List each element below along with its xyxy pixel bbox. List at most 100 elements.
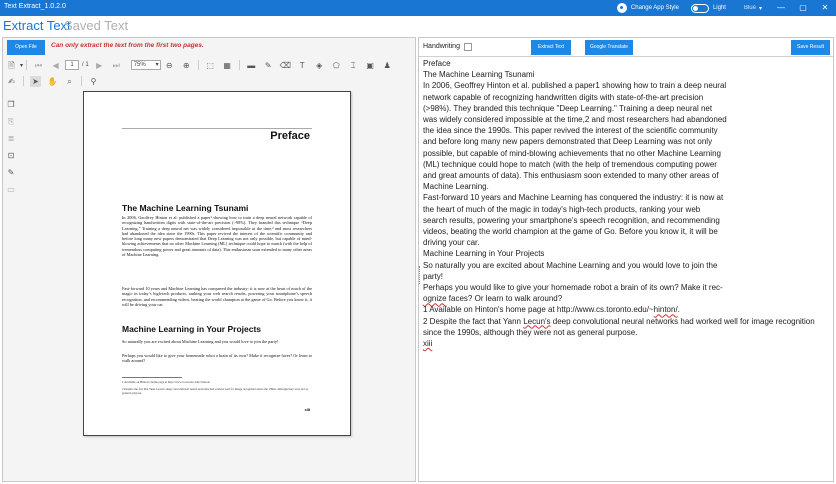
text-markup-icon[interactable]: T bbox=[297, 60, 308, 71]
zoom-out-icon[interactable]: ⊖ bbox=[164, 60, 175, 71]
page-number-input[interactable]: 1 bbox=[65, 60, 80, 70]
pdf-footnote-2: 2 Despite the fact that Yann Lecun’s dee… bbox=[122, 387, 309, 395]
pdf-heading-1: The Machine Learning Tsunami bbox=[122, 203, 249, 213]
title-bar: Text Extract_1.0.2.0 Change App Style Li… bbox=[0, 0, 836, 16]
last-page-icon[interactable]: ⏭ bbox=[111, 60, 122, 71]
layers-icon[interactable]: ≣ bbox=[5, 133, 17, 145]
text-caret bbox=[419, 266, 421, 284]
image-icon[interactable]: ▣ bbox=[365, 60, 376, 71]
text-line: In 2006, Geoffrey Hinton et al. publishe… bbox=[423, 81, 727, 91]
text-line: (ML) technique could hope to match (with… bbox=[423, 159, 717, 169]
text-line: was widely considered impossible at the … bbox=[423, 115, 727, 125]
tab-saved-text[interactable]: Saved Text bbox=[64, 18, 128, 33]
thumbnails-icon[interactable]: ❐ bbox=[5, 99, 17, 111]
text-line: Perhaps you would like to give your home… bbox=[423, 283, 723, 293]
text-line: 1 Available on Hinton's home page at htt… bbox=[423, 304, 829, 315]
pdf-paragraph-2: Fast-forward 10 years and Machine Learni… bbox=[122, 286, 312, 307]
pdf-paragraph-3: So naturally you are excited about Machi… bbox=[122, 339, 279, 344]
shape-icon[interactable]: ⬠ bbox=[331, 60, 342, 71]
text-line: (>98%). They branded this technique "Dee… bbox=[423, 103, 713, 113]
text-line: Fast-forward 10 years and Machine Learni… bbox=[423, 193, 724, 203]
text-line: Preface bbox=[423, 59, 451, 68]
annotations-icon[interactable]: ✎ bbox=[5, 167, 17, 179]
window-title: Text Extract_1.0.2.0 bbox=[4, 3, 66, 10]
page-limit-warning: Can only extract the text from the first… bbox=[51, 42, 204, 49]
misspelled-word: xiii bbox=[423, 339, 433, 349]
open-file-button[interactable]: Open File bbox=[7, 40, 45, 55]
first-page-icon[interactable]: ⏮ bbox=[33, 60, 44, 71]
bookmarks-icon[interactable]: ⎘ bbox=[5, 116, 17, 128]
pdf-paragraph-1: In 2006, Geoffrey Hinton et al. publishe… bbox=[122, 215, 312, 258]
page-layout-icon[interactable]: ▦ bbox=[222, 60, 233, 71]
page-total-label: / 1 bbox=[82, 62, 89, 68]
text-line: party! bbox=[423, 271, 444, 281]
pdf-heading-2: Machine Learning in Your Projects bbox=[122, 324, 262, 334]
comment-icon[interactable]: ▬ bbox=[246, 60, 257, 71]
save-result-button[interactable]: Save Result bbox=[791, 40, 830, 55]
pdf-page-title: Preface bbox=[270, 130, 310, 142]
chevron-down-icon[interactable]: ▾ bbox=[20, 62, 23, 69]
tab-bar: Extract Text Saved Text bbox=[0, 16, 836, 36]
zoom-select[interactable]: 75% bbox=[130, 60, 161, 70]
text-fragment: 1 Available on Hinton's home page at htt… bbox=[423, 305, 654, 315]
pdf-paragraph-4: Perhaps you would like to give your home… bbox=[122, 353, 312, 364]
signature-icon[interactable]: ✍ bbox=[6, 76, 17, 87]
pdf-canvas[interactable]: Preface The Machine Learning Tsunami In … bbox=[23, 90, 415, 480]
text-line: videos, beating the world champion at th… bbox=[423, 227, 718, 237]
theme-toggle[interactable]: Light bbox=[690, 3, 726, 13]
stamp-icon[interactable]: ♟ bbox=[382, 60, 393, 71]
minimize-button[interactable]: — bbox=[770, 0, 792, 16]
eraser-icon[interactable]: ⌫ bbox=[280, 60, 291, 71]
extracted-text-panel: Handwriting Extract Text Google Translat… bbox=[418, 37, 834, 482]
header-rule bbox=[122, 128, 312, 129]
select-cursor-icon[interactable]: ➤ bbox=[30, 75, 41, 87]
tab-extract-text[interactable]: Extract Text bbox=[3, 18, 71, 33]
text-line: So naturally you are excited about Machi… bbox=[423, 260, 718, 270]
text-line: driving your car. bbox=[423, 238, 480, 248]
divider bbox=[23, 76, 24, 86]
text-box-icon[interactable]: ⌶ bbox=[348, 60, 359, 71]
google-translate-button[interactable]: Google Translate bbox=[585, 40, 633, 55]
next-page-icon[interactable]: ▶ bbox=[94, 60, 105, 71]
divider bbox=[238, 60, 240, 70]
file-icon[interactable]: 🗎 bbox=[6, 60, 17, 71]
misspelled-word: Lecun's bbox=[523, 316, 551, 326]
zoom-in-icon[interactable]: ⊕ bbox=[181, 60, 192, 71]
text-line: and before long many new papers demonstr… bbox=[423, 137, 713, 147]
text-line: possible, but capable of mind-blowing ac… bbox=[423, 148, 721, 158]
divider bbox=[419, 56, 833, 57]
outline-icon[interactable]: ⊡ bbox=[5, 150, 17, 162]
text-line: xiii bbox=[423, 338, 829, 349]
fill-icon[interactable]: ◈ bbox=[314, 60, 325, 71]
palette-icon bbox=[616, 3, 627, 13]
footnote-rule bbox=[122, 377, 182, 378]
change-app-style-button[interactable]: Change App Style bbox=[616, 3, 679, 13]
close-button[interactable]: ✕ bbox=[814, 0, 836, 16]
divider bbox=[26, 60, 28, 70]
extract-text-button[interactable]: Extract Text bbox=[531, 40, 571, 55]
accent-selector[interactable]: Blue ▾ bbox=[744, 5, 762, 12]
hand-pan-icon[interactable]: ✋ bbox=[47, 76, 58, 87]
marquee-zoom-icon[interactable]: ⌕ bbox=[64, 76, 75, 87]
text-line: The Machine Learning Tsunami bbox=[423, 70, 535, 80]
pdf-sidebar: ❐ ⎘ ≣ ⊡ ✎ ▭ bbox=[5, 94, 21, 196]
text-fragment: . bbox=[677, 305, 680, 315]
search-icon[interactable]: ⚲ bbox=[88, 76, 99, 87]
divider bbox=[81, 76, 82, 86]
text-line: ognize faces? Or learn to walk around? bbox=[423, 293, 829, 304]
fit-width-icon[interactable]: ⬚ bbox=[205, 60, 216, 71]
attachments-icon[interactable]: ▭ bbox=[5, 184, 17, 196]
handwriting-checkbox[interactable] bbox=[464, 43, 472, 51]
divider bbox=[197, 60, 199, 70]
extracted-text-area[interactable]: Preface The Machine Learning Tsunami In … bbox=[423, 58, 829, 349]
accent-label: Blue bbox=[743, 5, 756, 11]
theme-label: Light bbox=[712, 5, 726, 11]
pdf-viewer-panel: Open File Can only extract the text from… bbox=[2, 37, 416, 482]
text-line: 2 Despite the fact that Yann Lecun's dee… bbox=[423, 316, 829, 327]
chevron-down-icon: ▾ bbox=[758, 5, 762, 12]
maximize-button[interactable]: ▢ bbox=[792, 0, 814, 16]
pen-icon[interactable]: ✎ bbox=[263, 60, 274, 71]
change-app-style-label: Change App Style bbox=[630, 5, 679, 11]
pdf-toolbar: 🗎 ▾ ⏮ ◀ 1 / 1 ▶ ⏭ 75% ⊖ ⊕ ⬚ ▦ ▬ ✎ ⌫ T ◈ … bbox=[3, 57, 415, 73]
previous-page-icon[interactable]: ◀ bbox=[50, 60, 61, 71]
